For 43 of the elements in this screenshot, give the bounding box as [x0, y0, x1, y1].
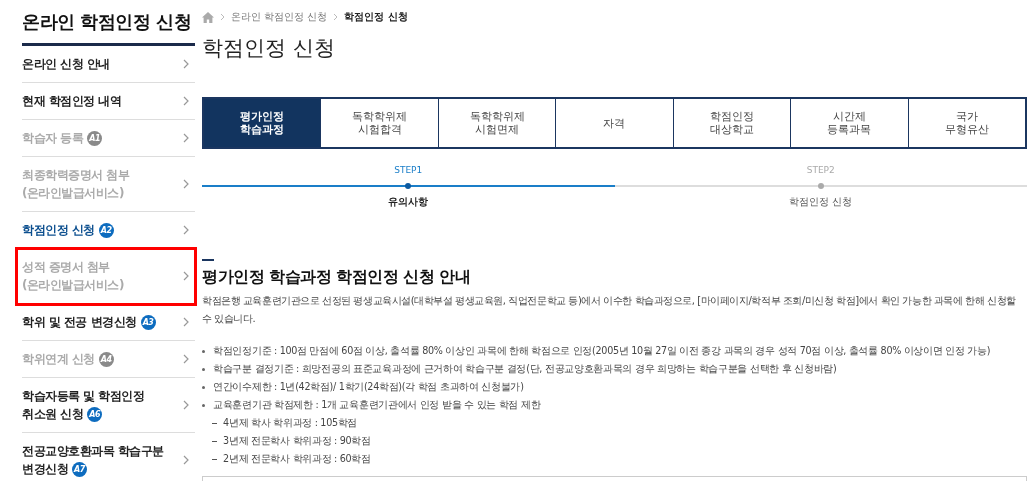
chevron-right-icon	[183, 354, 189, 364]
bullet-text: 학습구분 결정기준 : 희망전공의 표준교육과정에 근거하여 학습구분 결정(단, 전공교양호환과목의 경우 희망하는 학습구분을 선택한 후 신청바람)	[213, 362, 837, 376]
bullet-text: 학점인정기준 : 100점 만점에 60점 이상, 출석률 80% 이상인 과목에 한해 학점으로 인정(2005년 10월 27일 이전 종강 과목의 경우 성적 70점 이상, 출석률 80% 이상이면 인정 가능)	[213, 344, 991, 358]
section-heading: 평가인정 학습과정 학점인정 신청 안내	[202, 267, 472, 288]
step-badge: A3	[140, 315, 156, 330]
chevron-right-icon	[183, 271, 189, 281]
chevron-right-icon	[183, 455, 189, 465]
bullet-text: 연간이수제한 : 1년(42학점)/ 1학기(24학점)(각 학점 초과하여 신청불가)	[213, 380, 524, 394]
step-label: 학점인정 신청	[789, 195, 853, 209]
chevron-right-icon	[183, 225, 189, 235]
home-icon[interactable]	[202, 11, 214, 23]
step-badge: A6	[87, 407, 103, 422]
sub-bullet-text: 4년제 학사 학위과정 : 105학점	[223, 416, 358, 430]
breadcrumb-separator	[333, 13, 339, 21]
intro-paragraph: 학점은행 교육훈련기관으로 선정된 평생교육시설(대학부설 평생교육원, 직업전문학교 등)에서 이수한 학습과정으로, [마이페이지/학적부 조회/미신청 학점]에서 확인 가능한 과목에 한해 신청할 수 있습니다.	[202, 294, 1017, 326]
sidebar-item[interactable]: 학위 및 전공 변경신청 A3	[22, 304, 195, 341]
chevron-right-icon	[183, 59, 189, 69]
step-badge: A4	[98, 352, 114, 367]
step-number: STEP2	[806, 165, 835, 177]
step-badge: A7	[72, 462, 87, 477]
step-number: STEP1	[394, 165, 423, 177]
sidebar-item[interactable]: 온라인 신청 안내	[22, 46, 195, 83]
bullet-text: 교육훈련기관 학점제한 : 1개 교육훈련기관에서 인정 받을 수 있는 학점 제한	[213, 398, 541, 412]
sub-bullet-text: 3년제 전문학사 학위과정 : 90학점	[223, 434, 371, 448]
breadcrumb-link[interactable]: 학점인정 신청	[344, 10, 408, 24]
chevron-right-icon	[183, 133, 189, 143]
chevron-right-icon	[183, 317, 189, 327]
page-title: 학점인정 신청	[202, 35, 336, 62]
step-badge: A1	[87, 131, 103, 146]
step-label: 유의사항	[388, 195, 429, 209]
chevron-right-icon	[183, 96, 189, 106]
sidebar-title: 온라인 학점인정 신청	[22, 0, 195, 46]
sub-bullet-text: 2년제 전문학사 학위과정 : 60학점	[223, 452, 371, 466]
breadcrumb-separator	[220, 13, 225, 21]
breadcrumb-link[interactable]: 온라인 학점인정 신청	[231, 10, 328, 24]
sidebar-item[interactable]: 전공교양호환과목 학습구분 변경신청 A7	[22, 433, 195, 481]
step-badge: A2	[98, 223, 114, 238]
chevron-right-icon	[183, 179, 189, 189]
sidebar-item[interactable]: 학점인정 신청 A2	[22, 212, 195, 249]
sidebar-item[interactable]: 학습자등록 및 학점인정 취소원 신청 A6	[22, 378, 195, 433]
chevron-right-icon	[183, 400, 189, 410]
sidebar-item[interactable]: 현재 학점인정 내역	[22, 83, 195, 120]
tab[interactable]: 평가인정 학습과정	[204, 99, 321, 147]
